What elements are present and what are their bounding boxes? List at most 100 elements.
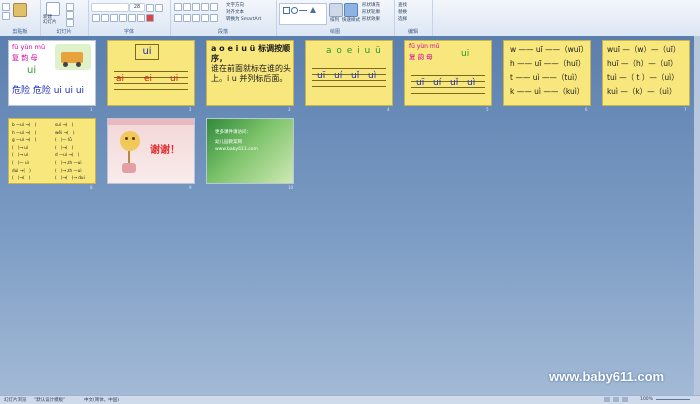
font-group-label: 字体	[123, 29, 134, 35]
text-direction-button[interactable]: 文字方向	[226, 2, 244, 8]
paste-icon[interactable]	[13, 3, 27, 17]
slide-thumbnail-5[interactable]: fū yùn mǔ 复 韵 母 ui uī uí uǐ uì	[404, 40, 492, 106]
slideshow-view-icon[interactable]	[622, 397, 628, 402]
grow-font-icon[interactable]	[146, 4, 154, 12]
shapes-gallery[interactable]	[279, 3, 327, 25]
slide-4-cell-1: uī	[317, 71, 326, 81]
align-left-icon[interactable]	[174, 14, 182, 22]
slide-thumbnail-2[interactable]: ui ai ei ui	[107, 40, 195, 106]
slide-number-8: 8	[90, 185, 93, 190]
slide-number-4: 4	[387, 107, 390, 112]
slide-number-7: 7	[684, 107, 687, 112]
slide-7-row-3: tuì —（ t ）—（uì）	[607, 73, 679, 82]
slide-8-right-2: wěi →( )	[55, 129, 75, 135]
slide-5-cell-3: uǐ	[450, 78, 459, 88]
cut-icon[interactable]	[2, 3, 10, 11]
shape-outline-button[interactable]: 形状轮廓	[362, 9, 380, 15]
slide-8-left-6: ( )— uì	[12, 159, 29, 165]
normal-view-icon[interactable]	[604, 397, 610, 402]
rectangle-shape-icon[interactable]	[283, 7, 290, 14]
justify-icon[interactable]	[201, 14, 209, 22]
shadow-icon[interactable]	[128, 14, 136, 22]
zoom-level[interactable]: 100%	[640, 397, 653, 402]
line-spacing-icon[interactable]	[210, 3, 218, 11]
bold-icon[interactable]	[92, 14, 100, 22]
slide-1-big: ui	[27, 65, 37, 76]
slide-thumbnail-3[interactable]: a o e i u ü 标调按顺序， 谁在前面就标在谁的头上。i u 并列标后面…	[206, 40, 294, 106]
slide-thumbnail-8[interactable]: b —uì →( ) h —uì →( ) g —uì →( ) ( )→ uì…	[8, 118, 96, 184]
slide-9-thanks: 谢谢！	[150, 145, 180, 156]
arrange-label[interactable]: 排列	[330, 17, 339, 23]
slide-2-cell-3: ui	[170, 74, 179, 84]
copy-icon[interactable]	[2, 12, 10, 20]
italic-icon[interactable]	[101, 14, 109, 22]
slide-8-right-5: d —uì →( )	[55, 152, 80, 158]
quick-styles-icon[interactable]	[344, 3, 358, 17]
reset-icon[interactable]	[66, 11, 74, 19]
align-text-button[interactable]: 对齐文本	[226, 9, 244, 15]
align-right-icon[interactable]	[192, 14, 200, 22]
slide-8-left-column: b —uì →( ) h —uì →( ) g —uì →( ) ( )→ uì…	[12, 121, 52, 182]
triangle-shape-icon[interactable]	[310, 7, 316, 13]
select-button[interactable]: 选择	[398, 16, 407, 22]
vertical-scrollbar[interactable]	[694, 36, 700, 395]
slide-7-row-1: wuī —（w）—（uī）	[607, 45, 681, 54]
font-color-icon[interactable]	[146, 14, 154, 22]
font-name-select[interactable]	[91, 3, 129, 12]
arrange-icon[interactable]	[329, 3, 343, 17]
slide-2-top: ui	[135, 44, 159, 60]
slide-5-label: 复 韵 母	[409, 53, 433, 61]
shape-fill-button[interactable]: 形状填充	[362, 2, 380, 8]
slide-4-cell-4: uì	[368, 71, 377, 81]
editing-group-label: 编辑	[407, 29, 418, 35]
delete-slide-icon[interactable]	[66, 19, 74, 27]
increase-indent-icon[interactable]	[201, 3, 209, 11]
slide-thumbnail-7[interactable]: wuī —（w）—（uī） huī —（h）—（uī） tuì —（ t ）—（…	[602, 40, 690, 106]
smartart-button[interactable]: 转换为 SmartArt	[226, 16, 261, 22]
status-language: 中文(简体，中国)	[84, 398, 120, 403]
slide-thumbnail-10[interactable]: 更多课件请访问： 幼儿园教案网 www.baby611.com	[206, 118, 294, 184]
slide-number-2: 2	[189, 107, 192, 112]
shape-effects-button[interactable]: 形状效果	[362, 16, 380, 22]
slide-4-vowels: a o e i u ü	[326, 46, 382, 56]
columns-icon[interactable]	[210, 14, 218, 22]
replace-button[interactable]: 替换	[398, 9, 407, 15]
slide-number-6: 6	[585, 107, 588, 112]
layout-icon[interactable]	[66, 3, 74, 11]
slide-8-right-8: ( )→( )→ dui	[55, 175, 85, 181]
zoom-slider[interactable]	[656, 399, 690, 400]
slide-8-right-6: ( )→ zh —uì	[55, 159, 82, 165]
slide-thumbnail-1[interactable]: fū yùn mǔ 复 韵 母 ui 危险 危险 ui ui ui	[8, 40, 96, 106]
slide-8-left-3: g —uì →( )	[12, 137, 37, 143]
slide-8-right-column: suì →( ) wěi →( ) ( )— lǚ ( )→( ) d —uì …	[55, 121, 95, 182]
line-shape-icon[interactable]	[299, 10, 307, 11]
slide-8-right-4: ( )→( )	[55, 144, 74, 150]
slide-4-cell-3: uǐ	[351, 71, 360, 81]
slide-sorter-area[interactable]: fū yùn mǔ 复 韵 母 ui 危险 危险 ui ui ui 1 ui a…	[0, 36, 700, 395]
new-slide-label[interactable]: 新建 幻灯片	[43, 15, 57, 25]
decrease-indent-icon[interactable]	[192, 3, 200, 11]
slide-3-body: 谁在前面就标在谁的头上。i u 并列标后面。	[211, 64, 291, 83]
font-size-select[interactable]: 28	[129, 3, 145, 12]
numbering-icon[interactable]	[183, 3, 191, 11]
char-spacing-icon[interactable]	[137, 14, 145, 22]
new-slide-icon[interactable]	[46, 2, 60, 16]
drawing-group-label: 绘图	[329, 29, 340, 35]
slide-thumbnail-6[interactable]: w —— uī ——（wuī） h —— uī ——（huī） t —— uì …	[503, 40, 591, 106]
bullets-icon[interactable]	[174, 3, 182, 11]
slide-8-right-7: ( )→ zh —uì	[55, 167, 82, 173]
shrink-font-icon[interactable]	[155, 4, 163, 12]
quick-styles-label[interactable]: 快速样式	[342, 17, 360, 23]
slide-thumbnail-9[interactable]: 谢谢！	[107, 118, 195, 184]
slide-8-left-2: h —uì →( )	[12, 129, 37, 135]
find-button[interactable]: 查找	[398, 2, 407, 8]
slide-number-9: 9	[189, 185, 192, 190]
underline-icon[interactable]	[110, 14, 118, 22]
slide-thumbnail-4[interactable]: a o e i u ü uī uí uǐ uì	[305, 40, 393, 106]
strikethrough-icon[interactable]	[119, 14, 127, 22]
align-center-icon[interactable]	[183, 14, 191, 22]
sorter-view-icon[interactable]	[613, 397, 619, 402]
oval-shape-icon[interactable]	[291, 7, 298, 14]
slide-1-pinyin: fū yùn mǔ	[12, 43, 46, 51]
status-theme: "默认设计模板"	[34, 398, 66, 403]
